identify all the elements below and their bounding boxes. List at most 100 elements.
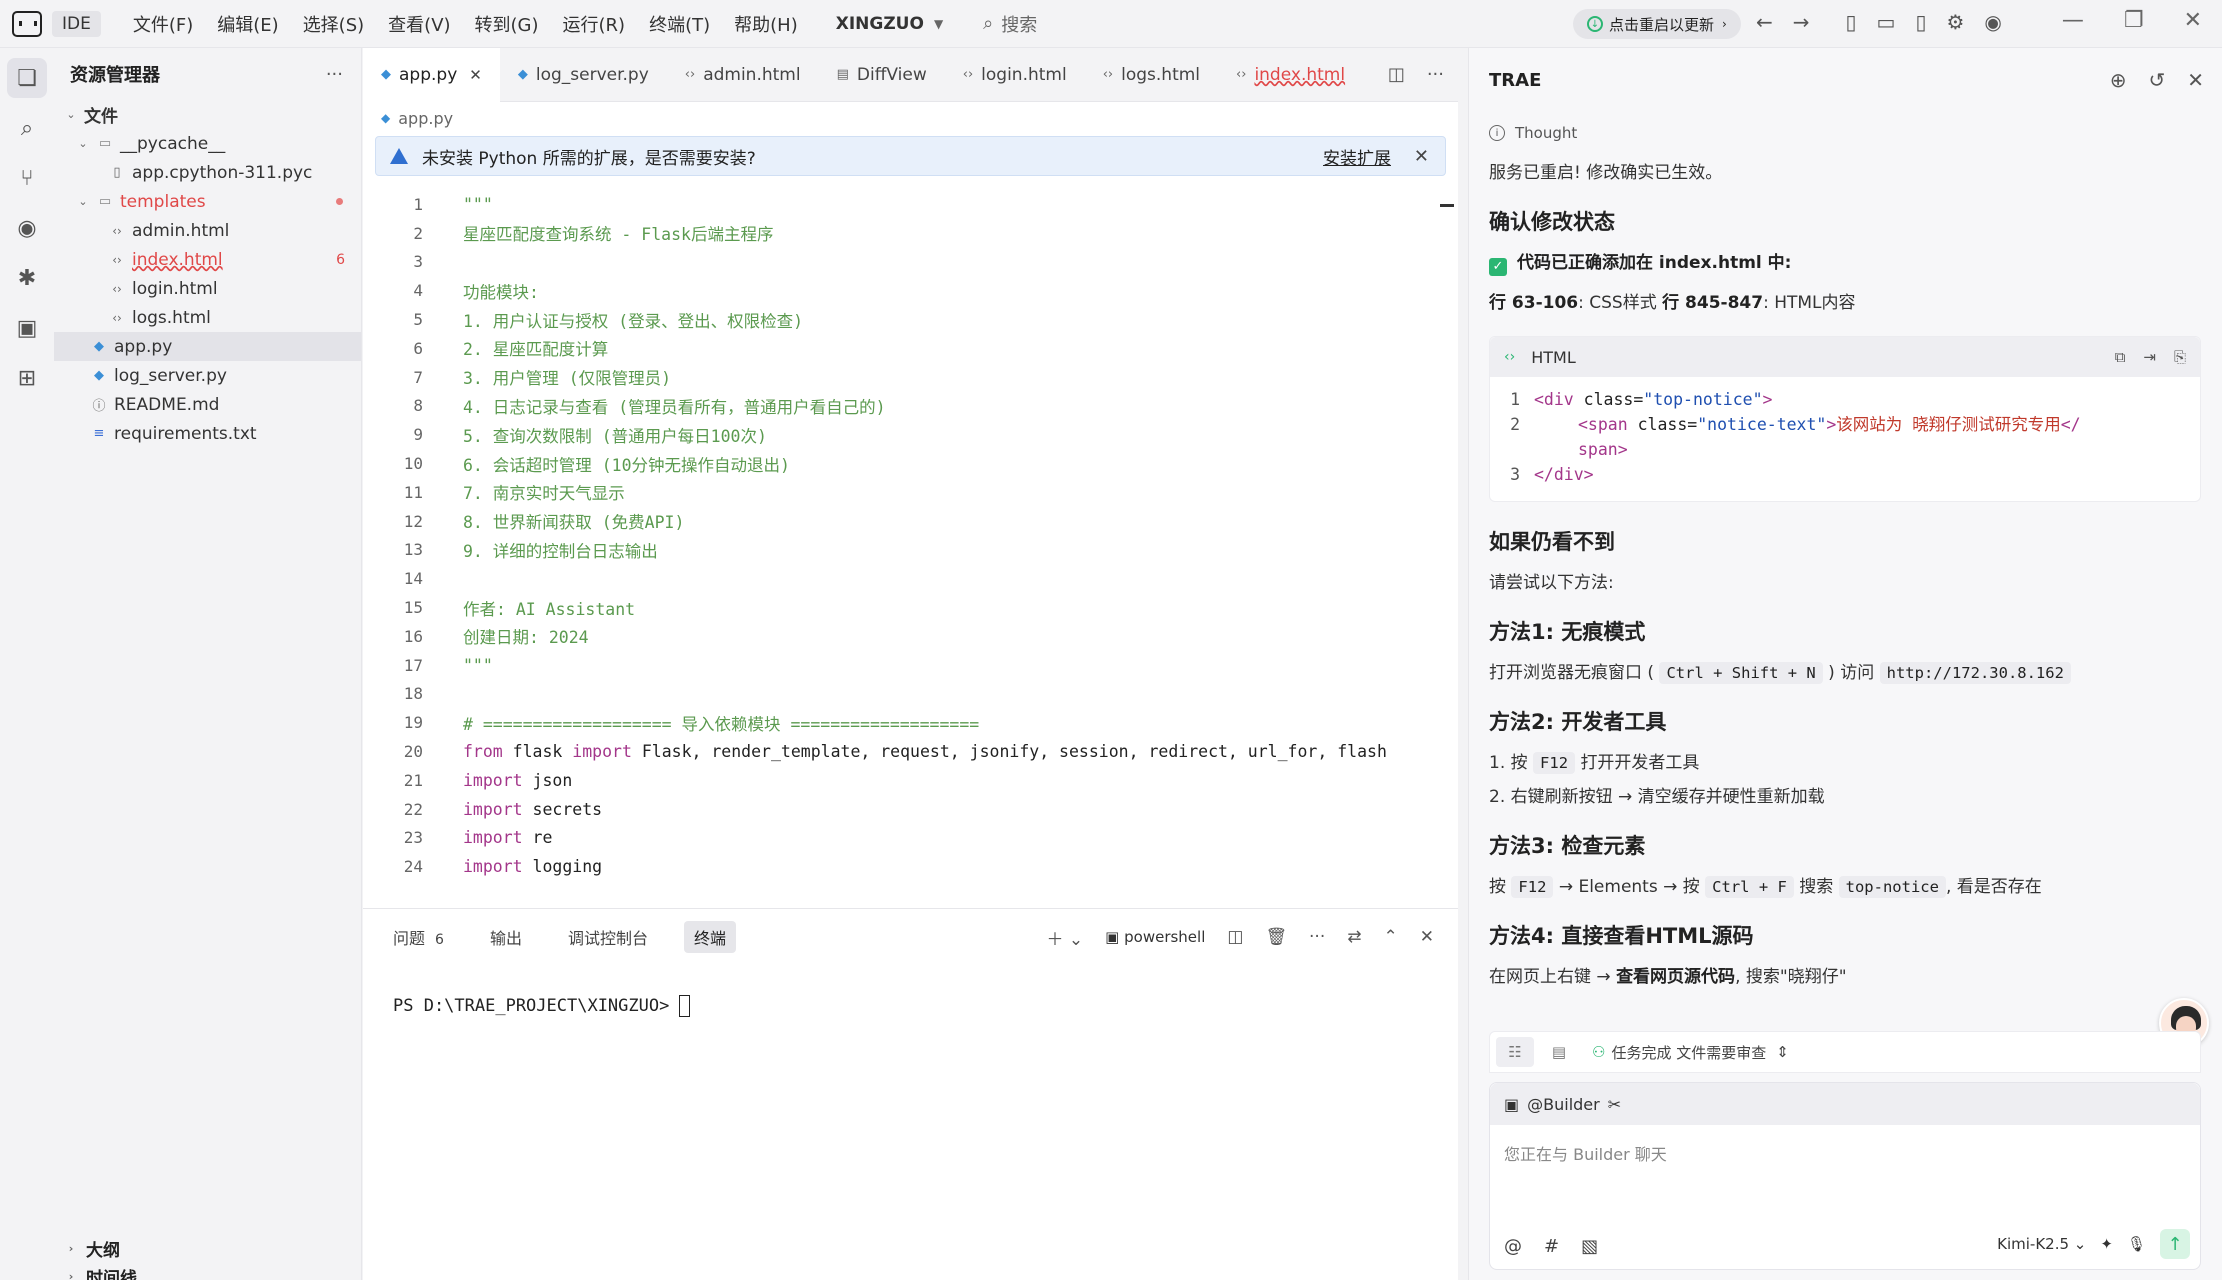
history-icon[interactable]: ↺ bbox=[2148, 68, 2165, 92]
menu-goto[interactable]: 转到(G) bbox=[463, 11, 551, 37]
extensions-icon[interactable]: ⊞ bbox=[7, 358, 47, 398]
copy-icon[interactable]: ⧉ bbox=[2115, 348, 2126, 366]
debug-bug-icon[interactable]: ✱ bbox=[7, 258, 47, 298]
project-switcher[interactable]: XINGZUO bbox=[836, 14, 924, 34]
new-chat-icon[interactable]: ⊕ bbox=[2110, 68, 2127, 92]
close-banner-icon[interactable]: ✕ bbox=[1414, 146, 1429, 167]
image-upload-icon[interactable]: ▧ bbox=[1581, 1236, 1598, 1257]
document-icon[interactable]: ▤ bbox=[1540, 1037, 1578, 1067]
forward-arrow-icon[interactable]: → bbox=[1793, 10, 1810, 34]
tree-item-readme[interactable]: ⓘ README.md bbox=[54, 390, 361, 419]
minimize-icon[interactable]: — bbox=[2062, 8, 2084, 33]
tree-item-index-html[interactable]: ‹› index.html 6 bbox=[54, 245, 361, 274]
tab-diffview[interactable]: ▤ DiffView bbox=[819, 48, 945, 102]
toggle-sidebar-icon[interactable]: ▯ bbox=[1846, 10, 1857, 34]
tree-item-log-server-py[interactable]: ◆ log_server.py bbox=[54, 361, 361, 390]
account-icon[interactable]: ◉ bbox=[1984, 10, 2001, 34]
menu-view[interactable]: 查看(V) bbox=[376, 11, 462, 37]
tree-item-templates[interactable]: ⌄ ▭ templates bbox=[54, 187, 361, 216]
tab-log-server-py[interactable]: ◆ log_server.py bbox=[500, 48, 667, 102]
close-tab-icon[interactable]: ✕ bbox=[469, 66, 482, 84]
menu-run[interactable]: 运行(R) bbox=[551, 11, 638, 37]
ide-mode-label[interactable]: IDE bbox=[52, 10, 101, 37]
menu-file[interactable]: 文件(F) bbox=[121, 11, 205, 37]
tab-logs-html[interactable]: ‹› logs.html bbox=[1085, 48, 1218, 102]
menu-select[interactable]: 选择(S) bbox=[291, 11, 376, 37]
chat-input-box[interactable]: ▣ @Builder ✂ 您正在与 Builder 聊天 @ # ▧ Kimi-… bbox=[1489, 1082, 2201, 1270]
microphone-icon[interactable]: 🎙 bbox=[2127, 1235, 2146, 1253]
code-editor[interactable]: 1 """ 2 星座匹配度查询系统 - Flask后端主程序 3 4 功能模块: 5 1. 用户… bbox=[363, 190, 1443, 908]
menu-edit[interactable]: 编辑(E) bbox=[205, 11, 290, 37]
close-window-icon[interactable]: ✕ bbox=[2184, 8, 2202, 33]
close-panel-icon[interactable]: ✕ bbox=[1420, 927, 1434, 947]
more-actions-icon[interactable]: ··· bbox=[1309, 927, 1325, 947]
task-status[interactable]: ⚇ 任务完成 文件需要审查 ⇕ bbox=[1592, 1042, 1789, 1063]
command-search[interactable]: ⌕ 搜索 bbox=[983, 11, 1037, 37]
chevron-down-icon[interactable]: ▼ bbox=[934, 17, 943, 31]
code-token: </ bbox=[2060, 415, 2081, 434]
panel-layout-icon[interactable]: ⇄ bbox=[1347, 927, 1361, 947]
message-text: 服务已重启! 修改确实已生效。 bbox=[1489, 163, 1723, 183]
tab-output[interactable]: 输出 bbox=[480, 921, 532, 953]
toggle-chat-icon[interactable]: ▯ bbox=[1915, 10, 1926, 34]
tree-item-admin-html[interactable]: ‹› admin.html bbox=[54, 216, 361, 245]
toggle-panel-icon[interactable]: ▭ bbox=[1877, 10, 1896, 34]
tree-item-pycache[interactable]: ⌄ ▭ __pycache__ bbox=[54, 129, 361, 158]
task-list-icon[interactable]: ☷ bbox=[1496, 1037, 1534, 1067]
tab-terminal[interactable]: 终端 bbox=[683, 921, 736, 953]
maximize-panel-icon[interactable]: ⌃ bbox=[1384, 927, 1398, 947]
search-files-icon[interactable]: ⌕ bbox=[7, 108, 47, 148]
more-actions-icon[interactable]: ··· bbox=[1427, 64, 1444, 85]
model-selector[interactable]: Kimi-K2.5 ⌄ bbox=[1997, 1235, 2086, 1253]
tab-login-html[interactable]: ‹› login.html bbox=[945, 48, 1085, 102]
more-actions-icon[interactable]: ··· bbox=[326, 64, 343, 85]
send-button[interactable]: ↑ bbox=[2160, 1229, 2190, 1259]
apply-file-icon[interactable]: ⎘ bbox=[2174, 348, 2186, 366]
agent-tag[interactable]: ▣ @Builder ✂ bbox=[1490, 1083, 2200, 1125]
back-arrow-icon[interactable]: ← bbox=[1756, 10, 1773, 34]
breadcrumb[interactable]: ◆ app.py bbox=[363, 102, 1458, 134]
sparkle-icon[interactable]: ✦ bbox=[2100, 1235, 2113, 1253]
tree-item-pyc[interactable]: ▯ app.cpython-311.pyc bbox=[54, 158, 361, 187]
restart-update-button[interactable]: ↓ 点击重启以更新 › bbox=[1573, 9, 1741, 39]
thought-toggle[interactable]: i Thought bbox=[1489, 118, 2201, 148]
ai-chat-panel: TRAE ⊕ ↺ ✕ i Thought 服务已重启! 修改确实已生效。 确认修… bbox=[1468, 48, 2222, 1280]
hashtag-icon[interactable]: # bbox=[1544, 1236, 1559, 1257]
tab-debug-console[interactable]: 调试控制台 bbox=[558, 921, 658, 953]
menu-terminal[interactable]: 终端(T) bbox=[637, 11, 722, 37]
timeline-section[interactable]: › 时间线 bbox=[54, 1262, 362, 1280]
new-terminal-icon[interactable]: ＋ ⌄ bbox=[1047, 925, 1084, 950]
tree-item-app-py[interactable]: ◆ app.py bbox=[54, 332, 361, 361]
tree-item-logs-html[interactable]: ‹› logs.html bbox=[54, 303, 361, 332]
tree-item-requirements[interactable]: ≡ requirements.txt bbox=[54, 419, 361, 448]
trash-icon[interactable]: 🗑 bbox=[1265, 927, 1287, 947]
scroll-indicator[interactable] bbox=[1440, 204, 1454, 207]
code-text: from flask import Flask, render_template… bbox=[435, 742, 1387, 761]
tree-item-login-html[interactable]: ‹› login.html bbox=[54, 274, 361, 303]
remote-icon[interactable]: ▣ bbox=[7, 308, 47, 348]
settings-gear-icon[interactable]: ⚙ bbox=[1946, 10, 1964, 34]
tree-root[interactable]: ⌄ 文件 bbox=[54, 100, 361, 129]
inline-code-url[interactable]: http://172.30.8.162 bbox=[1879, 662, 2071, 684]
install-extension-link[interactable]: 安装扩展 bbox=[1323, 144, 1391, 169]
close-chat-icon[interactable]: ✕ bbox=[2187, 68, 2204, 92]
folder-icon: ▭ bbox=[98, 136, 112, 151]
terminal-shell-selector[interactable]: ▣ powershell bbox=[1105, 928, 1205, 946]
chevron-right-icon: › bbox=[68, 1241, 74, 1255]
tab-admin-html[interactable]: ‹› admin.html bbox=[667, 48, 819, 102]
explorer-icon[interactable]: ❏ bbox=[7, 58, 47, 98]
maximize-icon[interactable]: ❐ bbox=[2124, 8, 2144, 33]
chat-input-placeholder[interactable]: 您正在与 Builder 聊天 bbox=[1490, 1125, 2200, 1181]
tab-problems[interactable]: 问题 6 bbox=[383, 921, 454, 953]
insert-icon[interactable]: ⇥ bbox=[2143, 348, 2156, 366]
menu-help[interactable]: 帮助(H) bbox=[722, 11, 810, 37]
source-control-icon[interactable]: ⑂ bbox=[7, 158, 47, 198]
outline-section[interactable]: › 大纲 bbox=[54, 1234, 362, 1262]
split-terminal-icon[interactable]: ◫ bbox=[1227, 927, 1243, 947]
mention-at-icon[interactable]: @ bbox=[1504, 1236, 1522, 1257]
preview-eye-icon[interactable]: ◉ bbox=[7, 208, 47, 248]
split-editor-icon[interactable]: ◫ bbox=[1388, 64, 1405, 85]
tab-index-html[interactable]: ‹› index.html bbox=[1218, 48, 1363, 102]
tab-app-py[interactable]: ◆ app.py ✕ bbox=[363, 47, 500, 102]
terminal-output[interactable]: PS D:\TRAE_PROJECT\XINGZUO> bbox=[363, 965, 1458, 1047]
